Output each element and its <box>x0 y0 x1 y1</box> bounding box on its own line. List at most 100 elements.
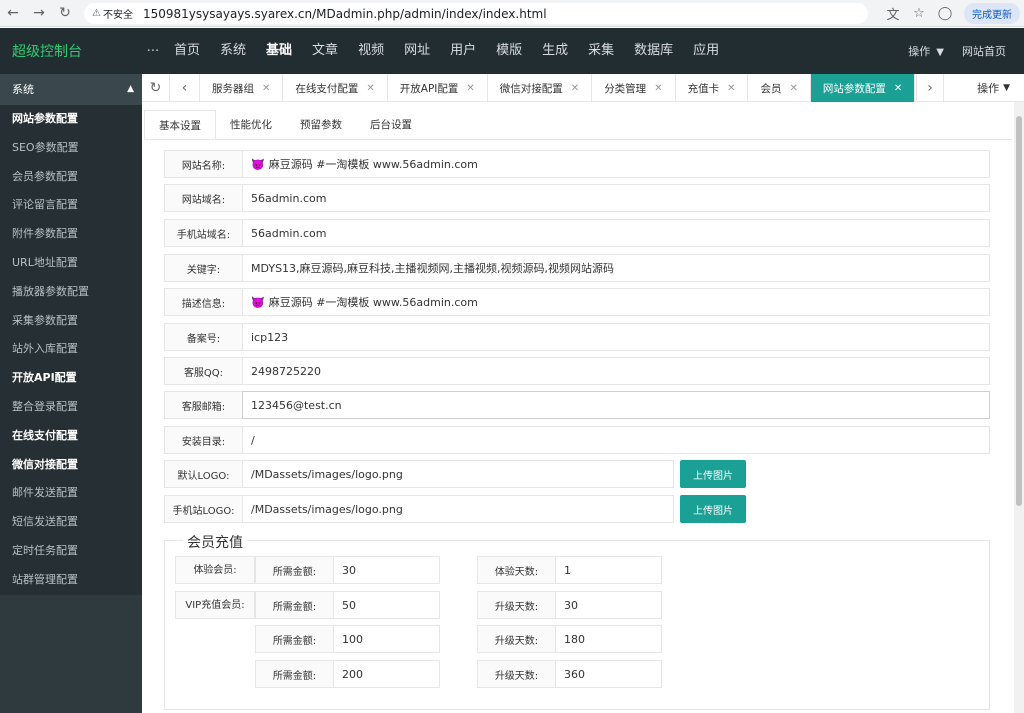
default-logo-input[interactable]: /MDassets/images/logo.png <box>242 460 674 488</box>
scrollbar-thumb[interactable] <box>1016 116 1022 506</box>
bookmark-star-icon[interactable]: ☆ <box>906 1 932 27</box>
top-nav-item[interactable]: 系统 <box>210 28 256 74</box>
keywords-input[interactable]: MDYS13,麻豆源码,麻豆科技,主播视频网,主播视频,视频源码,视频网站源码 <box>242 254 990 282</box>
back-icon[interactable]: ← <box>0 0 26 26</box>
sidebar-item[interactable]: 整合登录配置 <box>0 393 142 422</box>
vip-amount-input-2[interactable]: 100 <box>333 625 440 653</box>
close-icon[interactable]: ✕ <box>571 83 579 94</box>
sidebar-item[interactable]: 采集参数配置 <box>0 307 142 336</box>
tab-operations-dropdown[interactable]: 操作 ▼ <box>977 74 1010 102</box>
reload-icon[interactable]: ↻ <box>52 0 78 26</box>
page-scrollbar[interactable] <box>1014 102 1024 713</box>
refresh-icon[interactable]: ↻ <box>142 74 170 102</box>
profile-icon[interactable]: ◯ <box>932 1 958 27</box>
trial-amount-row: 所需金额: 30 <box>255 556 440 584</box>
sidebar-header[interactable]: 系统 ▲ <box>0 74 142 105</box>
more-menu-icon[interactable]: ··· <box>142 44 164 59</box>
upload-mobile-logo-button[interactable]: 上传图片 <box>680 495 746 523</box>
sidebar-item[interactable]: 在线支付配置 <box>0 422 142 451</box>
devil-emoji-icon: 👿 <box>251 295 265 309</box>
sidebar-item[interactable]: 附件参数配置 <box>0 220 142 249</box>
forward-icon[interactable]: → <box>26 0 52 26</box>
sidebar-item[interactable]: 短信发送配置 <box>0 508 142 537</box>
install-dir-input[interactable]: / <box>242 426 990 454</box>
update-button[interactable]: 完成更新 <box>964 3 1020 24</box>
url-text[interactable]: 150981ysysayays.syarex.cn/MDadmin.php/ad… <box>143 7 547 21</box>
close-icon[interactable]: ✕ <box>789 83 797 94</box>
close-icon[interactable]: ✕ <box>894 83 902 94</box>
settings-subtab[interactable]: 后台设置 <box>356 110 426 140</box>
qq-input[interactable]: 2498725220 <box>242 357 990 385</box>
settings-subtab[interactable]: 性能优化 <box>216 110 286 140</box>
qq-label: 客服QQ: <box>164 357 242 385</box>
upload-default-logo-button[interactable]: 上传图片 <box>680 460 746 488</box>
sidebar-item[interactable]: 微信对接配置 <box>0 451 142 480</box>
page-tab[interactable]: 开放API配置 ✕ <box>388 74 488 102</box>
sidebar-item[interactable]: 邮件发送配置 <box>0 479 142 508</box>
close-icon[interactable]: ✕ <box>654 83 662 94</box>
icp-label: 备案号: <box>164 323 242 351</box>
sidebar-item[interactable]: URL地址配置 <box>0 249 142 278</box>
top-nav-item[interactable]: 首页 <box>164 28 210 74</box>
tabs-prev-icon[interactable]: ‹ <box>170 74 200 102</box>
trial-days-input[interactable]: 1 <box>555 556 662 584</box>
operations-dropdown[interactable]: 操作 ▼ <box>908 43 944 59</box>
close-icon[interactable]: ✕ <box>262 83 270 94</box>
top-nav-item[interactable]: 网址 <box>394 28 440 74</box>
page-tab[interactable]: 在线支付配置 ✕ <box>283 74 388 102</box>
vip-amount-input-1[interactable]: 50 <box>333 591 440 619</box>
caret-down-icon: ▼ <box>936 47 944 58</box>
sidebar-item[interactable]: 开放API配置 <box>0 364 142 393</box>
description-input[interactable]: 👿 麻豆源码 #一淘模板 www.56admin.com <box>242 288 990 316</box>
page-tab[interactable]: 网站参数配置 ✕ <box>810 74 916 102</box>
page-tab[interactable]: 分类管理 ✕ <box>592 74 676 102</box>
top-nav-item[interactable]: 采集 <box>578 28 624 74</box>
sidebar-item[interactable]: SEO参数配置 <box>0 134 142 163</box>
sidebar-item[interactable]: 会员参数配置 <box>0 163 142 192</box>
vip-days-input-1[interactable]: 30 <box>555 591 662 619</box>
mobile-logo-input[interactable]: /MDassets/images/logo.png <box>242 495 674 523</box>
email-input[interactable]: 123456@test.cn <box>242 391 990 419</box>
caret-down-icon: ▼ <box>1003 83 1010 93</box>
close-icon[interactable]: ✕ <box>366 83 374 94</box>
brand-logo[interactable]: 超级控制台 <box>0 41 142 61</box>
vip-amount-input-3[interactable]: 200 <box>333 660 440 688</box>
sidebar-item[interactable]: 网站参数配置 <box>0 105 142 134</box>
sidebar-item[interactable]: 播放器参数配置 <box>0 278 142 307</box>
top-nav-item[interactable]: 用户 <box>440 28 486 74</box>
site-name-input[interactable]: 👿 麻豆源码 #一淘模板 www.56admin.com <box>242 150 990 178</box>
security-badge[interactable]: ⚠ 不安全 <box>92 6 133 21</box>
settings-subtab[interactable]: 基本设置 <box>144 110 216 140</box>
mobile-domain-input[interactable]: 56admin.com <box>242 219 990 247</box>
close-icon[interactable]: ✕ <box>466 83 474 94</box>
address-bar[interactable]: ⚠ 不安全 150981ysysayays.syarex.cn/MDadmin.p… <box>84 3 868 24</box>
sidebar-item[interactable]: 站外入库配置 <box>0 335 142 364</box>
top-nav-item[interactable]: 基础 <box>256 28 302 74</box>
trial-amount-input[interactable]: 30 <box>333 556 440 584</box>
icp-row: 备案号: icp123 <box>164 323 990 351</box>
translate-icon[interactable]: 文 <box>880 1 906 27</box>
page-tab[interactable]: 服务器组 ✕ <box>200 74 284 102</box>
top-nav-item[interactable]: 应用 <box>683 28 729 74</box>
vip-days-input-3[interactable]: 360 <box>555 660 662 688</box>
top-nav-item[interactable]: 模版 <box>486 28 532 74</box>
keywords-label: 关键字: <box>164 254 242 282</box>
settings-subtab[interactable]: 预留参数 <box>286 110 356 140</box>
sidebar-item[interactable]: 定时任务配置 <box>0 537 142 566</box>
page-tab[interactable]: 充值卡 ✕ <box>676 74 749 102</box>
top-nav-item[interactable]: 视频 <box>348 28 394 74</box>
top-nav-item[interactable]: 数据库 <box>624 28 683 74</box>
description-row: 描述信息: 👿 麻豆源码 #一淘模板 www.56admin.com <box>164 288 990 316</box>
site-home-link[interactable]: 网站首页 <box>962 43 1006 59</box>
page-tab[interactable]: 会员 ✕ <box>748 74 811 102</box>
site-domain-input[interactable]: 56admin.com <box>242 184 990 212</box>
tabs-next-icon[interactable]: › <box>916 74 944 102</box>
vip-days-input-2[interactable]: 180 <box>555 625 662 653</box>
icp-input[interactable]: icp123 <box>242 323 990 351</box>
top-nav-item[interactable]: 生成 <box>532 28 578 74</box>
close-icon[interactable]: ✕ <box>727 83 735 94</box>
sidebar-item[interactable]: 站群管理配置 <box>0 566 142 595</box>
page-tab[interactable]: 微信对接配置 ✕ <box>488 74 593 102</box>
top-nav-item[interactable]: 文章 <box>302 28 348 74</box>
sidebar-item[interactable]: 评论留言配置 <box>0 191 142 220</box>
